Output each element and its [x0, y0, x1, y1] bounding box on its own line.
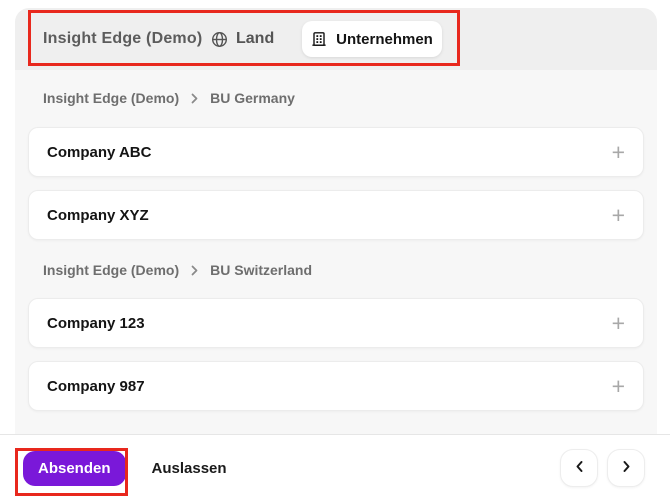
chevron-right-icon — [190, 93, 199, 104]
breadcrumb: Insight Edge (Demo) BU Germany — [43, 90, 644, 106]
plus-icon[interactable]: + — [612, 141, 625, 164]
pagination-nav — [560, 449, 645, 487]
building-icon — [311, 31, 327, 47]
tab-land-label: Land — [236, 30, 275, 47]
company-name: Company XYZ — [47, 206, 149, 224]
tab-land[interactable]: Land — [211, 8, 274, 70]
company-selection-panel: Insight Edge (Demo) BU Germany Company A… — [15, 70, 657, 434]
submit-button[interactable]: Absenden — [23, 450, 126, 486]
chevron-right-icon — [621, 460, 632, 476]
plus-icon[interactable]: + — [612, 375, 625, 398]
footer-bar: Absenden Auslassen — [0, 434, 670, 501]
skip-button[interactable]: Auslassen — [152, 460, 227, 477]
breadcrumb-section: BU Switzerland — [210, 262, 313, 278]
breadcrumb-section: BU Germany — [210, 90, 295, 106]
plus-icon[interactable]: + — [612, 312, 625, 335]
company-row-xyz[interactable]: Company XYZ + — [28, 190, 644, 240]
company-name: Company ABC — [47, 143, 152, 161]
breadcrumb-root: Insight Edge (Demo) — [43, 262, 180, 278]
breadcrumb-root: Insight Edge (Demo) — [43, 90, 180, 106]
next-button[interactable] — [607, 449, 645, 487]
globe-icon — [211, 31, 228, 48]
company-name: Company 123 — [47, 314, 145, 332]
app-title: Insight Edge (Demo) — [43, 30, 203, 47]
breadcrumb: Insight Edge (Demo) BU Switzerland — [43, 262, 644, 278]
tab-unternehmen-label: Unternehmen — [336, 30, 433, 48]
company-row-123[interactable]: Company 123 + — [28, 298, 644, 348]
company-row-987[interactable]: Company 987 + — [28, 361, 644, 411]
selector-header: Insight Edge (Demo) Land Unternehmen — [15, 8, 657, 70]
chevron-right-icon — [190, 265, 199, 276]
company-row-abc[interactable]: Company ABC + — [28, 127, 644, 177]
plus-icon[interactable]: + — [612, 204, 625, 227]
tab-unternehmen[interactable]: Unternehmen — [302, 21, 442, 57]
prev-button[interactable] — [560, 449, 598, 487]
company-name: Company 987 — [47, 377, 145, 395]
chevron-left-icon — [574, 460, 585, 476]
